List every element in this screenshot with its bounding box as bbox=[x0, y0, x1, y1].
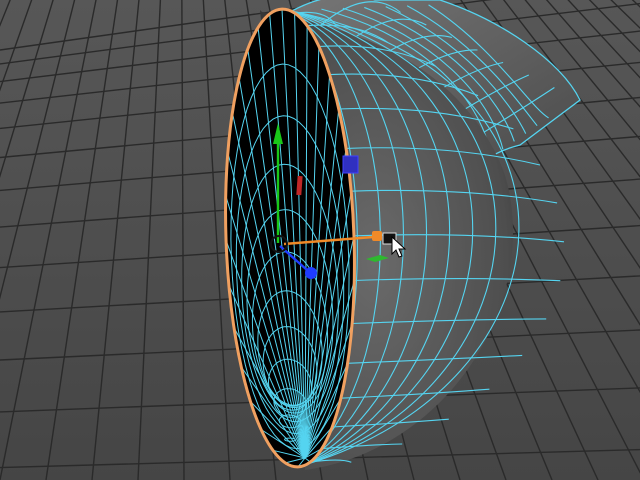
grid-line bbox=[137, 0, 162, 480]
grid-line bbox=[0, 0, 84, 480]
grid-line bbox=[202, 0, 231, 480]
grid-line bbox=[0, 0, 70, 480]
viewport-canvas[interactable] bbox=[0, 0, 640, 480]
manipulator-x-handle[interactable] bbox=[372, 231, 382, 241]
grid-line bbox=[0, 0, 77, 480]
manipulator-xy-plane[interactable] bbox=[342, 155, 359, 174]
manipulator-z-handle[interactable] bbox=[305, 267, 317, 279]
3d-viewport[interactable] bbox=[0, 0, 640, 480]
grid-line bbox=[181, 0, 185, 480]
